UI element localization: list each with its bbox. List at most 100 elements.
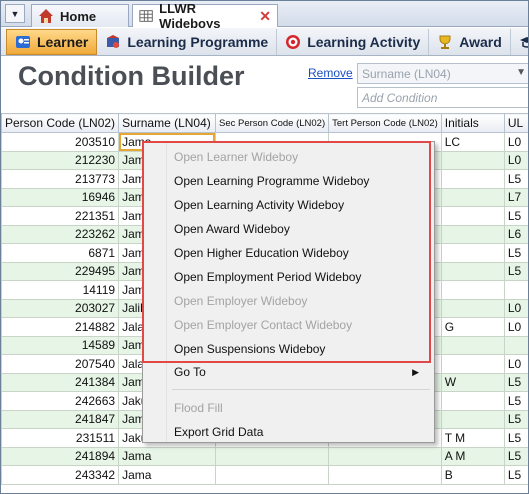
module-learning-activity-button[interactable]: Learning Activity bbox=[277, 28, 430, 55]
person-code-cell[interactable]: 242663 bbox=[1, 391, 120, 411]
condition-field-select[interactable]: Surname (LN04) ▼ bbox=[357, 63, 528, 84]
column-header-tert-person-code[interactable]: Tert Person Code (LN02) bbox=[328, 113, 442, 133]
initials-cell[interactable]: W bbox=[440, 372, 505, 392]
initials-cell[interactable]: B bbox=[440, 465, 505, 485]
person-code-cell[interactable]: 14119 bbox=[1, 280, 120, 300]
person-code-cell[interactable]: 213773 bbox=[1, 169, 120, 189]
menu-item-open-employer-wideboy[interactable]: Open Employer Wideboy bbox=[174, 289, 429, 313]
award-icon bbox=[439, 35, 451, 49]
column-header-person-code[interactable]: Person Code (LN02) bbox=[1, 113, 120, 133]
ul-cell[interactable]: L6 bbox=[503, 224, 528, 244]
person-code-cell[interactable]: 203027 bbox=[1, 298, 120, 318]
table-row[interactable]: 243342 Jama B L5 bbox=[1, 465, 528, 485]
ul-cell[interactable]: L5 bbox=[503, 243, 528, 263]
menu-item-export-grid-data[interactable]: Export Grid Data bbox=[174, 420, 429, 444]
menu-item-go-to[interactable]: Go To ▶ bbox=[174, 360, 429, 384]
initials-cell[interactable] bbox=[440, 409, 505, 429]
ul-cell[interactable]: L5 bbox=[503, 169, 528, 189]
home-icon bbox=[39, 9, 53, 23]
module-learning-programme-button[interactable]: Learning Programme bbox=[97, 28, 278, 55]
close-tab-icon[interactable]: ✕ bbox=[259, 8, 271, 25]
add-condition-input[interactable]: Add Condition bbox=[357, 87, 528, 108]
initials-cell[interactable] bbox=[440, 280, 505, 300]
person-code-cell[interactable]: 241847 bbox=[1, 409, 120, 429]
table-row[interactable]: 241894 Jama A M L5 bbox=[1, 446, 528, 466]
menu-item-open-learning-activity-wideboy[interactable]: Open Learning Activity Wideboy bbox=[174, 193, 429, 217]
menu-item-open-suspensions-wideboy[interactable]: Open Suspensions Wideboy bbox=[174, 337, 429, 361]
initials-cell[interactable] bbox=[440, 335, 505, 355]
initials-cell[interactable] bbox=[440, 261, 505, 281]
ul-cell[interactable]: L0 bbox=[503, 354, 528, 374]
initials-cell[interactable] bbox=[440, 169, 505, 189]
module-award-button[interactable]: Award bbox=[429, 28, 511, 55]
tab-list-dropdown[interactable]: ▼ bbox=[5, 4, 25, 23]
module-higher-education-button[interactable]: H bbox=[511, 29, 528, 55]
person-code-cell[interactable]: 16946 bbox=[1, 187, 120, 207]
target-icon bbox=[286, 34, 301, 49]
column-header-ul[interactable]: UL bbox=[503, 113, 528, 133]
initials-cell[interactable] bbox=[440, 243, 505, 263]
column-header-initials[interactable]: Initials bbox=[440, 113, 505, 133]
menu-item-open-learning-programme-wideboy[interactable]: Open Learning Programme Wideboy bbox=[174, 169, 429, 193]
tert-person-code-cell[interactable] bbox=[328, 465, 442, 485]
person-code-cell[interactable]: 14589 bbox=[1, 335, 120, 355]
ul-cell[interactable]: L5 bbox=[503, 372, 528, 392]
sec-person-code-cell[interactable] bbox=[214, 446, 330, 466]
initials-cell[interactable]: LC bbox=[440, 132, 505, 152]
tert-person-code-cell[interactable] bbox=[328, 446, 442, 466]
person-code-cell[interactable]: 212230 bbox=[1, 150, 120, 170]
tab-llwr-wideboys-label: LLWR Wideboys bbox=[159, 1, 221, 31]
person-code-cell[interactable]: 203510 bbox=[1, 132, 120, 152]
initials-cell[interactable] bbox=[440, 298, 505, 318]
person-code-cell[interactable]: 6871 bbox=[1, 243, 120, 263]
ul-cell[interactable]: L5 bbox=[503, 428, 528, 448]
sec-person-code-cell[interactable] bbox=[214, 465, 330, 485]
menu-item-open-award-wideboy[interactable]: Open Award Wideboy bbox=[174, 217, 429, 241]
module-learner-button[interactable]: Learner bbox=[6, 28, 98, 55]
menu-item-open-higher-education-wideboy[interactable]: Open Higher Education Wideboy bbox=[174, 241, 429, 265]
surname-cell[interactable]: Jama bbox=[118, 446, 216, 466]
menu-item-open-employer-contact-wideboy[interactable]: Open Employer Contact Wideboy bbox=[174, 313, 429, 337]
ul-cell[interactable]: L0 bbox=[503, 132, 528, 152]
ul-cell[interactable]: L5 bbox=[503, 465, 528, 485]
ul-cell[interactable]: L0 bbox=[503, 317, 528, 337]
menu-item-flood-fill[interactable]: Flood Fill bbox=[174, 396, 429, 420]
initials-cell[interactable]: G bbox=[440, 317, 505, 337]
document-tab-bar: ▼ Home LLWR Wideboys ✕ bbox=[1, 1, 528, 31]
column-header-sec-person-code[interactable]: Sec Person Code (LN02) bbox=[214, 113, 330, 133]
ul-cell[interactable]: L7 bbox=[503, 187, 528, 207]
person-code-cell[interactable]: 221351 bbox=[1, 206, 120, 226]
ul-cell[interactable]: L5 bbox=[503, 261, 528, 281]
ul-cell[interactable] bbox=[503, 280, 528, 300]
person-code-cell[interactable]: 229495 bbox=[1, 261, 120, 281]
surname-cell[interactable]: Jama bbox=[118, 465, 216, 485]
person-code-cell[interactable]: 207540 bbox=[1, 354, 120, 374]
initials-cell[interactable] bbox=[440, 354, 505, 374]
initials-cell[interactable] bbox=[440, 206, 505, 226]
tab-llwr-wideboys[interactable]: LLWR Wideboys ✕ bbox=[132, 1, 278, 31]
initials-cell[interactable] bbox=[440, 391, 505, 411]
person-code-cell[interactable]: 243342 bbox=[1, 465, 120, 485]
menu-item-open-employment-period-wideboy[interactable]: Open Employment Period Wideboy bbox=[174, 265, 429, 289]
initials-cell[interactable] bbox=[440, 150, 505, 170]
person-code-cell[interactable]: 214882 bbox=[1, 317, 120, 337]
initials-cell[interactable] bbox=[440, 224, 505, 244]
menu-item-open-learner-wideboy[interactable]: Open Learner Wideboy bbox=[174, 145, 429, 169]
initials-cell[interactable] bbox=[440, 187, 505, 207]
ul-cell[interactable]: L0 bbox=[503, 298, 528, 318]
ul-cell[interactable]: L5 bbox=[503, 446, 528, 466]
ul-cell[interactable]: L0 bbox=[503, 150, 528, 170]
person-code-cell[interactable]: 241894 bbox=[1, 446, 120, 466]
ul-cell[interactable]: L5 bbox=[503, 409, 528, 429]
person-code-cell[interactable]: 241384 bbox=[1, 372, 120, 392]
person-code-cell[interactable]: 231511 bbox=[1, 428, 120, 448]
remove-condition-link[interactable]: Remove bbox=[308, 66, 353, 80]
ul-cell[interactable] bbox=[503, 335, 528, 355]
initials-cell[interactable]: T M bbox=[440, 428, 505, 448]
ul-cell[interactable]: L5 bbox=[503, 206, 528, 226]
ul-cell[interactable]: L5 bbox=[503, 391, 528, 411]
column-header-surname[interactable]: Surname (LN04) bbox=[118, 113, 216, 133]
initials-cell[interactable]: A M bbox=[440, 446, 505, 466]
person-code-cell[interactable]: 223262 bbox=[1, 224, 120, 244]
tab-home[interactable]: Home bbox=[31, 4, 129, 27]
